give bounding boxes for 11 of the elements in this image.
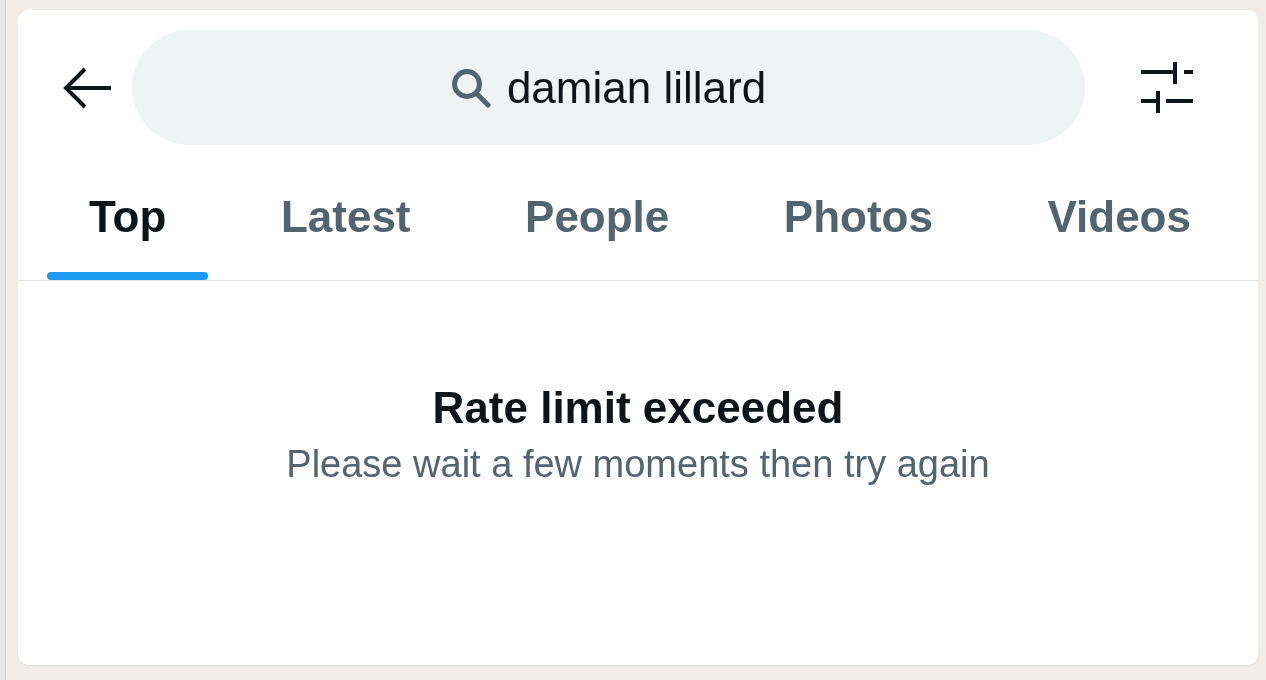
error-message: Please wait a few moments then try again [286, 442, 990, 486]
search-field[interactable]: damian lillard [132, 30, 1085, 145]
back-arrow-icon [62, 66, 112, 109]
search-icon [450, 67, 491, 108]
error-title: Rate limit exceeded [432, 382, 844, 434]
tab[interactable]: Latest [238, 145, 453, 280]
tab[interactable]: Photos [741, 145, 975, 280]
tab[interactable]: People [483, 145, 712, 280]
sliders-icon [1141, 62, 1193, 113]
tab[interactable]: Top [47, 145, 209, 280]
tab[interactable]: Videos [1005, 145, 1233, 280]
